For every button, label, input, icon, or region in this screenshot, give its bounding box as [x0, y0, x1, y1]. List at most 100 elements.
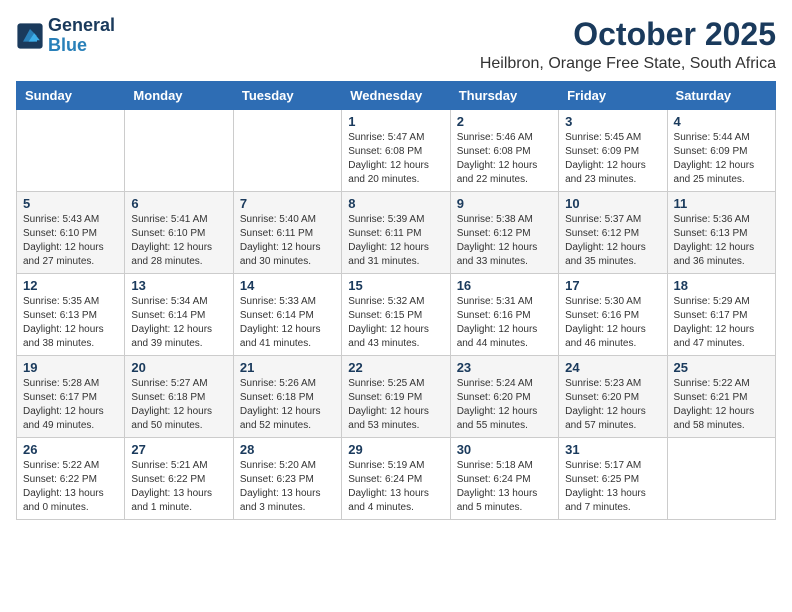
day-number: 12	[23, 278, 118, 293]
day-content: Sunrise: 5:44 AM Sunset: 6:09 PM Dayligh…	[674, 131, 769, 187]
calendar-cell: 21 Sunrise: 5:26 AM Sunset: 6:18 PM Dayli…	[233, 356, 341, 438]
day-number: 5	[23, 196, 118, 211]
weekday-header-saturday: Saturday	[667, 82, 775, 110]
day-content: Sunrise: 5:27 AM Sunset: 6:18 PM Dayligh…	[131, 377, 226, 433]
calendar-cell: 5 Sunrise: 5:43 AM Sunset: 6:10 PM Daylig…	[17, 192, 125, 274]
day-content: Sunrise: 5:35 AM Sunset: 6:13 PM Dayligh…	[23, 295, 118, 351]
day-number: 17	[565, 278, 660, 293]
day-number: 15	[348, 278, 443, 293]
day-content: Sunrise: 5:30 AM Sunset: 6:16 PM Dayligh…	[565, 295, 660, 351]
week-row-5: 26 Sunrise: 5:22 AM Sunset: 6:22 PM Dayli…	[17, 438, 776, 520]
day-content: Sunrise: 5:46 AM Sunset: 6:08 PM Dayligh…	[457, 131, 552, 187]
calendar-cell: 12 Sunrise: 5:35 AM Sunset: 6:13 PM Dayli…	[17, 274, 125, 356]
calendar-cell: 4 Sunrise: 5:44 AM Sunset: 6:09 PM Daylig…	[667, 110, 775, 192]
calendar-cell: 1 Sunrise: 5:47 AM Sunset: 6:08 PM Daylig…	[342, 110, 450, 192]
day-content: Sunrise: 5:40 AM Sunset: 6:11 PM Dayligh…	[240, 213, 335, 269]
day-number: 25	[674, 360, 769, 375]
day-content: Sunrise: 5:21 AM Sunset: 6:22 PM Dayligh…	[131, 459, 226, 515]
day-content: Sunrise: 5:22 AM Sunset: 6:22 PM Dayligh…	[23, 459, 118, 515]
calendar-cell: 16 Sunrise: 5:31 AM Sunset: 6:16 PM Dayli…	[450, 274, 558, 356]
day-number: 31	[565, 442, 660, 457]
calendar-cell: 22Sunrise: 5:25 AM Sunset: 6:19 PM Dayli…	[342, 356, 450, 438]
day-number: 23	[457, 360, 552, 375]
day-number: 28	[240, 442, 335, 457]
weekday-header-friday: Friday	[559, 82, 667, 110]
day-content: Sunrise: 5:23 AM Sunset: 6:20 PM Dayligh…	[565, 377, 660, 433]
calendar-cell: 23 Sunrise: 5:24 AM Sunset: 6:20 PM Dayli…	[450, 356, 558, 438]
logo: General Blue	[16, 16, 115, 56]
weekday-header-monday: Monday	[125, 82, 233, 110]
day-number: 20	[131, 360, 226, 375]
day-number: 29	[348, 442, 443, 457]
page-header: General Blue October 2025 Heilbron, Oran…	[16, 16, 776, 73]
day-content: Sunrise: 5:22 AM Sunset: 6:21 PM Dayligh…	[674, 377, 769, 433]
day-content: Sunrise: 5:41 AM Sunset: 6:10 PM Dayligh…	[131, 213, 226, 269]
calendar-cell: 11Sunrise: 5:36 AM Sunset: 6:13 PM Dayli…	[667, 192, 775, 274]
day-number: 19	[23, 360, 118, 375]
calendar-cell: 2Sunrise: 5:46 AM Sunset: 6:08 PM Daylig…	[450, 110, 558, 192]
day-content: Sunrise: 5:33 AM Sunset: 6:14 PM Dayligh…	[240, 295, 335, 351]
day-content: Sunrise: 5:20 AM Sunset: 6:23 PM Dayligh…	[240, 459, 335, 515]
day-content: Sunrise: 5:18 AM Sunset: 6:24 PM Dayligh…	[457, 459, 552, 515]
day-content: Sunrise: 5:31 AM Sunset: 6:16 PM Dayligh…	[457, 295, 552, 351]
calendar-cell: 7 Sunrise: 5:40 AM Sunset: 6:11 PM Daylig…	[233, 192, 341, 274]
calendar-cell: 24 Sunrise: 5:23 AM Sunset: 6:20 PM Dayli…	[559, 356, 667, 438]
day-content: Sunrise: 5:29 AM Sunset: 6:17 PM Dayligh…	[674, 295, 769, 351]
calendar-cell: 29 Sunrise: 5:19 AM Sunset: 6:24 PM Dayli…	[342, 438, 450, 520]
calendar-cell: 28 Sunrise: 5:20 AM Sunset: 6:23 PM Dayli…	[233, 438, 341, 520]
day-number: 24	[565, 360, 660, 375]
calendar-cell: 20 Sunrise: 5:27 AM Sunset: 6:18 PM Dayli…	[125, 356, 233, 438]
day-content: Sunrise: 5:17 AM Sunset: 6:25 PM Dayligh…	[565, 459, 660, 515]
day-number: 3	[565, 114, 660, 129]
day-number: 6	[131, 196, 226, 211]
day-number: 13	[131, 278, 226, 293]
calendar-cell: 6 Sunrise: 5:41 AM Sunset: 6:10 PM Daylig…	[125, 192, 233, 274]
calendar-cell: 25 Sunrise: 5:22 AM Sunset: 6:21 PM Dayli…	[667, 356, 775, 438]
calendar-cell: 3Sunrise: 5:45 AM Sunset: 6:09 PM Daylig…	[559, 110, 667, 192]
day-number: 26	[23, 442, 118, 457]
calendar-cell: 9Sunrise: 5:38 AM Sunset: 6:12 PM Daylig…	[450, 192, 558, 274]
day-number: 14	[240, 278, 335, 293]
day-content: Sunrise: 5:47 AM Sunset: 6:08 PM Dayligh…	[348, 131, 443, 187]
calendar-cell: 26 Sunrise: 5:22 AM Sunset: 6:22 PM Dayli…	[17, 438, 125, 520]
day-content: Sunrise: 5:26 AM Sunset: 6:18 PM Dayligh…	[240, 377, 335, 433]
day-number: 10	[565, 196, 660, 211]
day-content: Sunrise: 5:19 AM Sunset: 6:24 PM Dayligh…	[348, 459, 443, 515]
logo-line1: General	[48, 16, 115, 36]
weekday-header-sunday: Sunday	[17, 82, 125, 110]
day-number: 21	[240, 360, 335, 375]
calendar-cell: 31 Sunrise: 5:17 AM Sunset: 6:25 PM Dayli…	[559, 438, 667, 520]
month-title: October 2025	[480, 16, 776, 53]
week-row-4: 19 Sunrise: 5:28 AM Sunset: 6:17 PM Dayli…	[17, 356, 776, 438]
calendar-cell	[233, 110, 341, 192]
calendar-cell: 17 Sunrise: 5:30 AM Sunset: 6:16 PM Dayli…	[559, 274, 667, 356]
day-number: 7	[240, 196, 335, 211]
day-content: Sunrise: 5:32 AM Sunset: 6:15 PM Dayligh…	[348, 295, 443, 351]
day-content: Sunrise: 5:28 AM Sunset: 6:17 PM Dayligh…	[23, 377, 118, 433]
title-area: October 2025 Heilbron, Orange Free State…	[480, 16, 776, 73]
day-content: Sunrise: 5:36 AM Sunset: 6:13 PM Dayligh…	[674, 213, 769, 269]
calendar-cell: 27Sunrise: 5:21 AM Sunset: 6:22 PM Dayli…	[125, 438, 233, 520]
calendar-cell	[17, 110, 125, 192]
day-content: Sunrise: 5:24 AM Sunset: 6:20 PM Dayligh…	[457, 377, 552, 433]
weekday-header-thursday: Thursday	[450, 82, 558, 110]
weekday-header-wednesday: Wednesday	[342, 82, 450, 110]
calendar-cell: 19 Sunrise: 5:28 AM Sunset: 6:17 PM Dayli…	[17, 356, 125, 438]
day-number: 22	[348, 360, 443, 375]
logo-icon	[16, 22, 44, 50]
day-number: 4	[674, 114, 769, 129]
day-number: 8	[348, 196, 443, 211]
day-content: Sunrise: 5:38 AM Sunset: 6:12 PM Dayligh…	[457, 213, 552, 269]
week-row-1: 1 Sunrise: 5:47 AM Sunset: 6:08 PM Daylig…	[17, 110, 776, 192]
day-number: 16	[457, 278, 552, 293]
day-content: Sunrise: 5:34 AM Sunset: 6:14 PM Dayligh…	[131, 295, 226, 351]
calendar-cell: 15 Sunrise: 5:32 AM Sunset: 6:15 PM Dayli…	[342, 274, 450, 356]
logo-line2: Blue	[48, 36, 115, 56]
calendar-cell: 8Sunrise: 5:39 AM Sunset: 6:11 PM Daylig…	[342, 192, 450, 274]
day-number: 1	[348, 114, 443, 129]
week-row-3: 12 Sunrise: 5:35 AM Sunset: 6:13 PM Dayli…	[17, 274, 776, 356]
day-number: 30	[457, 442, 552, 457]
day-content: Sunrise: 5:43 AM Sunset: 6:10 PM Dayligh…	[23, 213, 118, 269]
weekday-header-tuesday: Tuesday	[233, 82, 341, 110]
day-content: Sunrise: 5:37 AM Sunset: 6:12 PM Dayligh…	[565, 213, 660, 269]
